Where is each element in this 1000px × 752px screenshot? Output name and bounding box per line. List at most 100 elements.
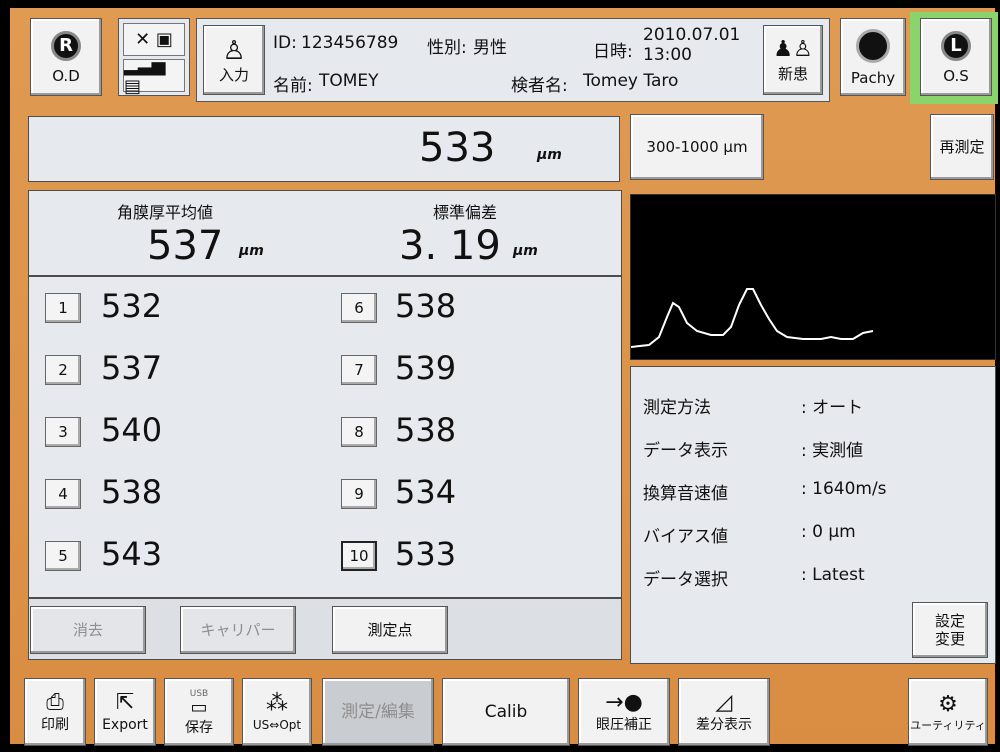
waveform-trace <box>630 288 874 348</box>
left-eye-icon: L <box>941 30 971 61</box>
pachy-mode-button[interactable]: Pachy <box>840 18 906 96</box>
measurement-index-selected[interactable]: 10 <box>341 541 377 571</box>
id-label: ID: <box>273 33 297 53</box>
tonometer-icon: →● <box>605 690 643 715</box>
patient-name: TOMEY <box>319 71 379 91</box>
setting-label: バイアス値 <box>643 527 728 547</box>
sex-label: 性別: <box>427 38 467 58</box>
setting-value: : オート <box>801 398 864 418</box>
setting-label: 換算音速値 <box>643 484 728 504</box>
sd-unit: μm <box>513 243 538 259</box>
average-unit: μm <box>239 243 264 259</box>
measurement-value: 532 <box>101 287 163 325</box>
measurement-value: 538 <box>101 473 163 511</box>
waveform-display <box>630 194 996 360</box>
new-patient-label: 新患 <box>777 64 808 83</box>
measurement-value: 533 <box>395 535 457 573</box>
iop-correction-button[interactable]: →● 眼圧補正 <box>578 678 670 746</box>
print-label: 印刷 <box>41 717 69 733</box>
measurement-index[interactable]: 9 <box>341 479 377 509</box>
current-thickness-unit: μm <box>537 147 562 163</box>
measure-points-button[interactable]: 測定点 <box>332 606 448 654</box>
os-eye-button[interactable]: L O.S <box>920 18 992 96</box>
sd-label: 標準偏差 <box>433 203 498 222</box>
clear-button[interactable]: 消去 <box>30 606 146 654</box>
input-button[interactable]: ♙ 入力 <box>203 25 265 95</box>
measurement-value: 543 <box>101 535 163 573</box>
od-label: O.D <box>52 66 80 85</box>
measurement-value: 538 <box>395 287 457 325</box>
patients-icon: ♟♙ <box>773 36 813 62</box>
us-opt-label: US⇔Opt <box>252 718 302 732</box>
setting-value: : 実測値 <box>801 441 864 461</box>
cornea-icon <box>856 28 890 63</box>
change-settings-button[interactable]: 設定 変更 <box>912 602 988 658</box>
change-settings-label-1: 設定 <box>934 611 965 630</box>
calib-label: Calib <box>484 701 528 722</box>
measure-edit-label: 測定/編集 <box>341 701 415 722</box>
remeasure-button[interactable]: 再測定 <box>930 114 994 180</box>
patient-id: 123456789 <box>301 33 399 53</box>
setting-value: : 1640m/s <box>801 479 887 499</box>
patient-sex: 男性 <box>473 38 507 58</box>
setting-value: : 0 μm <box>801 522 856 542</box>
examiner-name: Tomey Taro <box>583 71 679 91</box>
usb-drive-icon: ▭ <box>190 697 208 718</box>
range-label: 300-1000 μm <box>646 137 748 156</box>
measurement-index[interactable]: 4 <box>45 479 81 509</box>
measurement-index[interactable]: 1 <box>45 293 81 323</box>
measurement-index[interactable]: 7 <box>341 355 377 385</box>
remeasure-label: 再測定 <box>939 137 985 156</box>
average-label: 角膜厚平均値 <box>117 203 214 222</box>
new-patient-button[interactable]: ♟♙ 新患 <box>763 25 823 95</box>
setting-label: 測定方法 <box>643 398 711 418</box>
measurement-value: 537 <box>101 349 163 387</box>
network-monitor-icon: ✕ ▣ <box>123 23 185 56</box>
current-thickness-readout: 533 μm <box>28 116 620 182</box>
utility-button[interactable]: ⚙ ユーティリティ <box>908 678 988 746</box>
print-button[interactable]: ⎙ 印刷 <box>24 678 86 746</box>
patient-info-panel: ♙ 入力 ID: 123456789 性別: 男性 日時: 2010.07.01… <box>196 18 830 102</box>
measure-edit-button[interactable]: 測定/編集 <box>322 678 434 746</box>
calib-button[interactable]: Calib <box>442 678 570 746</box>
current-thickness-value: 533 <box>419 125 496 171</box>
measurement-value: 534 <box>395 473 457 511</box>
measurement-index[interactable]: 2 <box>45 355 81 385</box>
input-label: 入力 <box>218 65 249 84</box>
change-settings-label-2: 変更 <box>934 629 965 648</box>
setting-value: : Latest <box>801 565 865 585</box>
device-screen: R O.D ✕ ▣ ▂▃▅ ▤ ♙ 入力 ID: 123456789 性別: 男… <box>10 8 998 746</box>
export-button[interactable]: ⇱ Export <box>94 678 156 746</box>
measurement-index[interactable]: 8 <box>341 417 377 447</box>
waveform-plot <box>630 288 874 348</box>
pachy-label: Pachy <box>850 68 896 87</box>
tools-icon: ⚙ <box>938 691 958 717</box>
examiner-label: 検者名: <box>511 76 568 96</box>
signal-sd-icon: ▂▃▅ ▤ <box>123 55 185 97</box>
difference-display-label: 差分表示 <box>696 717 752 733</box>
measurement-value: 538 <box>395 411 457 449</box>
sd-value: 3. 19 <box>399 223 501 269</box>
os-label: O.S <box>943 66 969 85</box>
measurement-index[interactable]: 5 <box>45 541 81 571</box>
measurement-list: 1 532 2 537 3 540 4 538 5 543 6 538 7 53… <box>28 276 622 598</box>
clear-label: 消去 <box>72 620 103 639</box>
exam-time: 13:00 <box>643 45 692 65</box>
average-value: 537 <box>147 223 224 269</box>
us-opt-button[interactable]: ⁂ US⇔Opt <box>242 678 312 746</box>
measurement-value: 539 <box>395 349 457 387</box>
iop-correction-label: 眼圧補正 <box>596 717 652 733</box>
save-button[interactable]: USB ▭ 保存 <box>164 678 234 746</box>
measurement-index[interactable]: 3 <box>45 417 81 447</box>
measurement-value: 540 <box>101 411 163 449</box>
printer-icon: ⎙ <box>46 690 64 715</box>
exam-date: 2010.07.01 <box>643 25 741 45</box>
od-eye-button[interactable]: R O.D <box>30 18 102 96</box>
save-label: 保存 <box>185 720 213 736</box>
export-label: Export <box>102 717 148 733</box>
difference-display-button[interactable]: ◿ 差分表示 <box>678 678 770 746</box>
range-button[interactable]: 300-1000 μm <box>630 114 764 180</box>
utility-label: ユーティリティ <box>910 718 986 732</box>
caliper-button[interactable]: キャリパー <box>180 606 296 654</box>
measurement-index[interactable]: 6 <box>341 293 377 323</box>
